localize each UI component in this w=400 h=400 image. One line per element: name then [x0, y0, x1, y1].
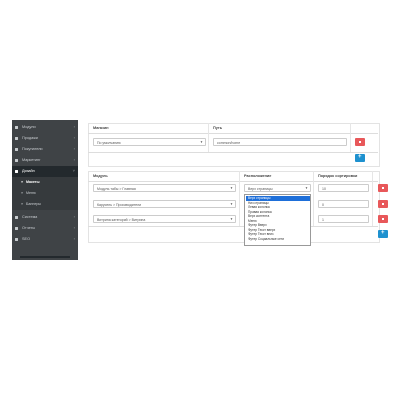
sort-order-input[interactable]: 1	[318, 215, 369, 223]
store-select[interactable]: По умолчанию ▼	[93, 138, 206, 146]
path-input-value: common/home	[217, 140, 241, 145]
chevron-icon: ›	[73, 146, 75, 151]
module-select[interactable]: Модуль табы > Главная ▼	[93, 184, 236, 192]
sidebar-item-label: SEO	[22, 237, 31, 241]
sidebar-subitem-banners[interactable]: » Баннеры	[12, 199, 78, 210]
chevron-down-icon: ▼	[230, 202, 233, 206]
sidebar-item-sales[interactable]: Продажи ›	[12, 133, 78, 144]
sidebar: Модули › Продажи › Покупатели › Маркетин…	[12, 120, 78, 260]
arrow-icon: »	[21, 201, 24, 206]
sidebar-subitem-label: Баннеры	[26, 202, 41, 206]
gear-icon	[15, 216, 18, 219]
chevron-icon: ›	[73, 236, 75, 241]
dropdown-option[interactable]: Футер Социальные сети	[246, 237, 310, 242]
remove-module-button[interactable]	[378, 184, 388, 192]
position-select[interactable]: Верх страницы ▼	[244, 184, 311, 192]
add-module-button[interactable]	[378, 230, 388, 238]
position-dropdown-list: Верх страницы Низ страницы Левая колонка…	[244, 194, 311, 246]
sidebar-item-label: Маркетинг	[22, 158, 41, 162]
module-select-value: Карусель > Производители	[97, 202, 142, 207]
sidebar-subitem-label: Макеты	[26, 180, 40, 184]
arrow-icon: »	[21, 190, 24, 195]
chevron-down-icon: ▼	[200, 140, 203, 144]
remove-route-button[interactable]	[355, 138, 365, 146]
add-route-button[interactable]	[355, 154, 365, 162]
sidebar-item-modules[interactable]: Модули ›	[12, 122, 78, 133]
share-icon	[15, 159, 18, 162]
globe-icon	[15, 238, 18, 241]
module-select[interactable]: Карусель > Производители ▼	[93, 200, 236, 208]
sidebar-progress	[20, 256, 70, 258]
store-select-value: По умолчанию	[97, 140, 121, 145]
sort-order-input[interactable]: 10	[318, 184, 369, 192]
cart-icon	[15, 137, 18, 140]
chevron-down-icon: ▼	[230, 186, 233, 190]
sidebar-item-label: Покупатели	[22, 147, 43, 151]
divider	[208, 123, 209, 153]
module-select-value: Модуль табы > Главная	[97, 186, 136, 191]
divider	[350, 123, 351, 153]
divider	[88, 133, 378, 134]
position-select-value: Верх страницы	[248, 186, 273, 191]
divider	[88, 226, 378, 227]
chevron-icon: ›	[73, 214, 75, 219]
sort-order-input[interactable]: 0	[318, 200, 369, 208]
sort-order-value: 0	[322, 202, 324, 207]
puzzle-icon	[15, 126, 18, 129]
remove-module-button[interactable]	[378, 215, 388, 223]
chart-icon	[15, 227, 18, 230]
chevron-icon: ˅	[72, 168, 75, 173]
sort-order-value: 1	[322, 217, 324, 222]
sidebar-item-label: Продажи	[22, 136, 38, 140]
chevron-icon: ›	[73, 225, 75, 230]
user-icon	[15, 148, 18, 151]
chevron-down-icon: ▼	[230, 217, 233, 221]
remove-module-button[interactable]	[378, 200, 388, 208]
sidebar-item-system[interactable]: Система ›	[12, 212, 78, 223]
sidebar-item-label: Дизайн	[22, 169, 35, 173]
path-column-header: Путь	[213, 126, 223, 130]
monitor-icon	[15, 170, 18, 173]
divider	[239, 171, 240, 226]
sidebar-item-reports[interactable]: Отчеты ›	[12, 223, 78, 234]
sidebar-item-marketing[interactable]: Маркетинг ›	[12, 155, 78, 166]
store-column-header: Магазин	[93, 126, 109, 130]
chevron-down-icon: ▼	[305, 186, 308, 190]
divider	[372, 171, 373, 226]
sidebar-item-customers[interactable]: Покупатели ›	[12, 144, 78, 155]
module-select[interactable]: Витрина категорий > Витрина ▼	[93, 215, 236, 223]
sort-order-value: 10	[322, 186, 326, 191]
sidebar-subitem-menu[interactable]: » Меню	[12, 188, 78, 199]
sidebar-item-label: Модули	[22, 125, 36, 129]
chevron-icon: ›	[73, 135, 75, 140]
sidebar-item-design[interactable]: Дизайн ˅	[12, 166, 78, 177]
module-select-value: Витрина категорий > Витрина	[97, 217, 146, 222]
divider	[88, 152, 378, 153]
chevron-icon: ›	[73, 157, 75, 162]
sidebar-subitem-layouts[interactable]: » Макеты	[12, 177, 78, 188]
position-column-header: Расположение	[244, 174, 272, 178]
sort-column-header: Порядок сортировки	[318, 174, 358, 178]
chevron-icon: ›	[73, 124, 75, 129]
sidebar-item-seo[interactable]: SEO ›	[12, 234, 78, 245]
arrow-icon: »	[21, 179, 24, 184]
module-column-header: Модуль	[93, 174, 108, 178]
path-input[interactable]: common/home	[213, 138, 347, 146]
divider	[88, 181, 378, 182]
sidebar-item-label: Система	[22, 215, 38, 219]
sidebar-subitem-label: Меню	[26, 191, 36, 195]
sidebar-item-label: Отчеты	[22, 226, 36, 230]
divider	[313, 171, 314, 226]
